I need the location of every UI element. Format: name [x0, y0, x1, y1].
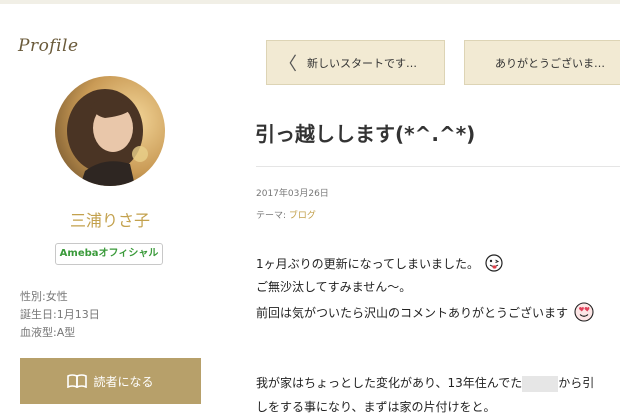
avatar[interactable] — [55, 76, 165, 186]
official-badge[interactable]: Amebaオフィシャル — [55, 243, 163, 265]
prev-post-button[interactable]: 〈 新しいスタートです… — [266, 40, 445, 85]
theme-link[interactable]: ブログ — [289, 211, 316, 221]
heart-eyes-emoji-icon — [574, 302, 594, 325]
follow-button[interactable]: 読者になる — [20, 358, 201, 404]
theme-label: テーマ: — [256, 211, 287, 221]
profile-meta: 性別:女性 誕生日:1月13日 血液型:A型 — [20, 288, 100, 342]
post-theme: テーマ: ブログ — [256, 208, 316, 221]
prev-post-label: 新しいスタートです… — [307, 56, 417, 70]
author-name[interactable]: 三浦りさ子 — [0, 207, 220, 231]
body-line-4-text-b: から引 — [558, 376, 595, 390]
body-line-2: ご無沙汰してすみません〜。 — [256, 280, 412, 294]
tongue-face-emoji-icon — [485, 254, 503, 275]
book-open-icon — [67, 374, 88, 389]
body-line-4: 我が家はちょっとした変化があり、13年住んでた から引 — [256, 374, 594, 392]
chevron-left-icon: 〈 — [279, 53, 297, 75]
body-line-1-text: 1ヶ月ぶりの更新になってしまいました。 — [256, 257, 480, 271]
censored-block — [522, 375, 559, 392]
body-line-1: 1ヶ月ぶりの更新になってしまいました。 — [256, 254, 503, 275]
gender-text: 性別:女性 — [20, 290, 68, 303]
body-line-3-text: 前回は気がついたら沢山のコメントありがとうございます — [256, 306, 569, 320]
post-date: 2017年03月26日 — [256, 189, 329, 199]
top-divider — [0, 0, 620, 4]
post-title[interactable]: 引っ越しします(*^.^*) — [255, 118, 475, 147]
blood-type-text: 血液型:A型 — [20, 326, 76, 339]
body-line-3: 前回は気がついたら沢山のコメントありがとうございます — [256, 302, 594, 325]
next-post-button[interactable]: ありがとうございま… — [464, 40, 620, 85]
profile-heading: Profile — [18, 36, 79, 56]
birthday-text: 誕生日:1月13日 — [20, 308, 100, 321]
body-line-4-text-a: 我が家はちょっとした変化があり、13年住んでた — [256, 376, 523, 390]
title-divider — [256, 166, 620, 167]
next-post-label: ありがとうございま… — [495, 56, 605, 70]
follow-button-label: 読者になる — [93, 374, 154, 389]
body-line-5: しをする事になり、まずは家の片付けをと。 — [256, 400, 496, 414]
